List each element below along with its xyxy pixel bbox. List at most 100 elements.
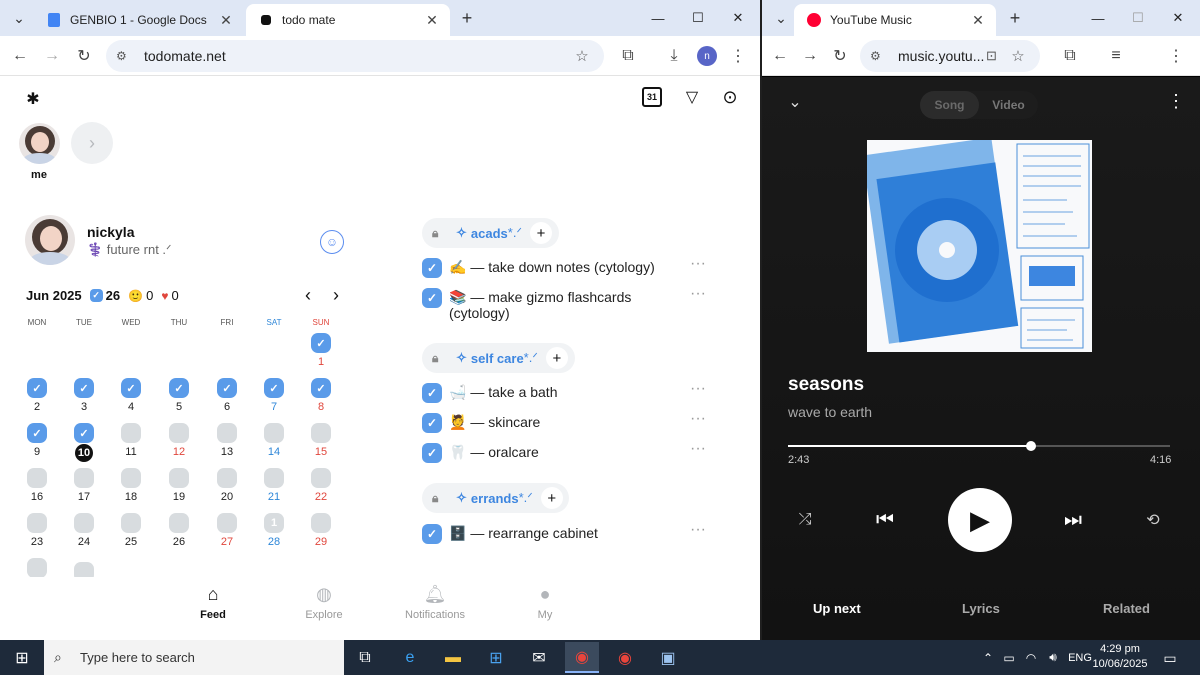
calendar-day[interactable]: 14	[254, 423, 294, 467]
calendar-day[interactable]: ✓ 2	[17, 378, 57, 422]
tab-search-icon[interactable]: ⌄	[6, 6, 32, 30]
toggle-video[interactable]: Video	[979, 91, 1038, 119]
next-month-icon[interactable]: ›	[326, 285, 346, 305]
friend-avatar-me[interactable]	[19, 123, 60, 164]
task-text[interactable]: 🗄️ — rearrange cabinet	[449, 525, 679, 541]
minimize-icon[interactable]: —	[1078, 0, 1118, 36]
close-window-icon[interactable]: ✕	[1158, 0, 1198, 36]
calendar-day[interactable]: 18	[111, 468, 151, 512]
previous-track-icon[interactable]: ⏮︎	[872, 507, 898, 533]
remote-desktop-icon[interactable]: ▣	[651, 642, 685, 673]
task-more-icon[interactable]: ···	[690, 440, 706, 458]
file-explorer-icon[interactable]: ▬	[436, 642, 470, 673]
more-options-icon[interactable]: ⊙	[718, 85, 742, 109]
calendar-month[interactable]: Jun 2025	[26, 288, 82, 303]
calendar-day[interactable]: 23	[17, 513, 57, 557]
url-text[interactable]: todomate.net	[144, 48, 570, 64]
task-more-icon[interactable]: ···	[690, 255, 706, 273]
site-info-icon[interactable]: ⚙	[870, 49, 890, 63]
menu-kebab-icon[interactable]: ⋮	[1164, 44, 1188, 68]
wifi-icon[interactable]: ◠	[1020, 651, 1042, 665]
calendar-day[interactable]: 27	[207, 513, 247, 557]
add-task-button[interactable]: +	[529, 222, 552, 244]
calendar-day[interactable]: 15	[301, 423, 341, 467]
category-self-care[interactable]: 🔒︎ ✧ self care *.ᐟ +	[422, 343, 575, 373]
calendar-day[interactable]: ✓ 1	[301, 333, 341, 377]
tab-lyrics[interactable]: Lyrics	[962, 601, 1000, 616]
tab-youtube-music[interactable]: YouTube Music ✕	[794, 4, 996, 36]
task-check-icon[interactable]: ✓	[422, 443, 442, 463]
task-more-icon[interactable]: ···	[690, 410, 706, 428]
nav-notifications[interactable]: 🔔︎ Notifications	[395, 583, 475, 622]
tab-up-next[interactable]: Up next	[813, 601, 861, 616]
close-icon[interactable]: ✕	[422, 12, 442, 29]
tab-todo-mate[interactable]: todo mate ✕	[246, 4, 450, 36]
download-icon[interactable]: ⤓	[662, 44, 686, 68]
calendar-day[interactable]: 25	[111, 513, 151, 557]
bookmark-star-icon[interactable]: ☆	[1006, 47, 1030, 65]
nav-explore[interactable]: ◍ Explore	[284, 583, 364, 622]
minimize-icon[interactable]: —	[638, 0, 678, 36]
forward-icon[interactable]: →	[798, 44, 822, 68]
task-text[interactable]: 🦷 — oralcare	[449, 444, 679, 460]
filter-icon[interactable]: ▽	[680, 85, 704, 109]
task-more-icon[interactable]: ···	[690, 521, 706, 539]
new-tab-icon[interactable]: +	[454, 6, 480, 30]
tab-related[interactable]: Related	[1103, 601, 1150, 616]
reload-icon[interactable]: ↻	[72, 44, 96, 68]
close-icon[interactable]: ✕	[216, 12, 236, 29]
collapse-chevron-icon[interactable]: ⌄	[784, 91, 806, 113]
profile-avatar[interactable]	[25, 215, 75, 265]
calendar-icon[interactable]: 31	[640, 85, 664, 109]
task-text[interactable]: 🛁 — take a bath	[449, 384, 679, 400]
calendar-day[interactable]: ✓ 5	[159, 378, 199, 422]
store-icon[interactable]: ⊞	[479, 642, 513, 673]
category-acads[interactable]: 🔒︎ ✧ acads *.ᐟ +	[422, 218, 559, 248]
battery-icon[interactable]: ▭	[998, 651, 1020, 665]
song-video-toggle[interactable]: Song Video	[920, 91, 1038, 119]
menu-kebab-icon[interactable]: ⋮	[726, 44, 750, 68]
chrome-profile-icon[interactable]: ◉	[565, 642, 599, 673]
close-icon[interactable]: ✕	[968, 12, 988, 29]
calendar-day[interactable]: 20	[207, 468, 247, 512]
next-track-icon[interactable]: ⏭︎	[1060, 507, 1086, 533]
calendar-day[interactable]: 1 28	[254, 513, 294, 557]
task-check-icon[interactable]: ✓	[422, 258, 442, 278]
calendar-day[interactable]: 11	[111, 423, 151, 467]
close-window-icon[interactable]: ✕	[718, 0, 758, 36]
tab-search-icon[interactable]: ⌄	[768, 6, 794, 30]
todomate-logo-icon[interactable]: ✱	[20, 86, 46, 112]
calendar-day[interactable]: 17	[64, 468, 104, 512]
site-info-icon[interactable]: ⚙	[116, 49, 136, 63]
reload-icon[interactable]: ↻	[828, 44, 852, 68]
task-view-icon[interactable]: ⧉	[348, 642, 382, 673]
back-icon[interactable]: ←	[768, 44, 792, 68]
repeat-icon[interactable]: ⟲	[1142, 509, 1164, 531]
mail-icon[interactable]: ✉	[522, 642, 556, 673]
calendar-day[interactable]: ✓ 7	[254, 378, 294, 422]
back-icon[interactable]: ←	[8, 44, 32, 68]
add-task-button[interactable]: +	[545, 347, 568, 369]
category-errands[interactable]: 🔒︎ ✧ errands *.ᐟ +	[422, 483, 569, 513]
calendar-day[interactable]: 19	[159, 468, 199, 512]
progress-bar[interactable]	[788, 441, 1170, 451]
address-bar[interactable]: ⚙ todomate.net ☆	[106, 40, 604, 72]
notification-center-icon[interactable]: ▭	[1160, 648, 1180, 668]
calendar-day[interactable]: ✓ 8	[301, 378, 341, 422]
nav-feed[interactable]: ⌂ Feed	[173, 583, 253, 622]
calendar-day[interactable]: 22	[301, 468, 341, 512]
song-artist[interactable]: wave to earth	[788, 404, 872, 420]
task-check-icon[interactable]: ✓	[422, 413, 442, 433]
maximize-icon[interactable]: ☐	[678, 0, 718, 36]
calendar-day[interactable]: ✓ 6	[207, 378, 247, 422]
more-options-icon[interactable]: ⋮	[1166, 89, 1186, 113]
toggle-song[interactable]: Song	[920, 91, 979, 119]
show-hidden-icons-icon[interactable]: ⌃	[978, 651, 998, 665]
add-task-button[interactable]: +	[540, 487, 563, 509]
extensions-icon[interactable]: ⧉	[616, 44, 640, 68]
task-check-icon[interactable]: ✓	[422, 524, 442, 544]
next-friends-button[interactable]: ›	[71, 122, 113, 164]
chrome-icon[interactable]: ◉	[608, 642, 642, 673]
calendar-day[interactable]: 26	[159, 513, 199, 557]
address-bar[interactable]: ⚙ music.youtu... ⊡ ☆	[860, 40, 1040, 72]
